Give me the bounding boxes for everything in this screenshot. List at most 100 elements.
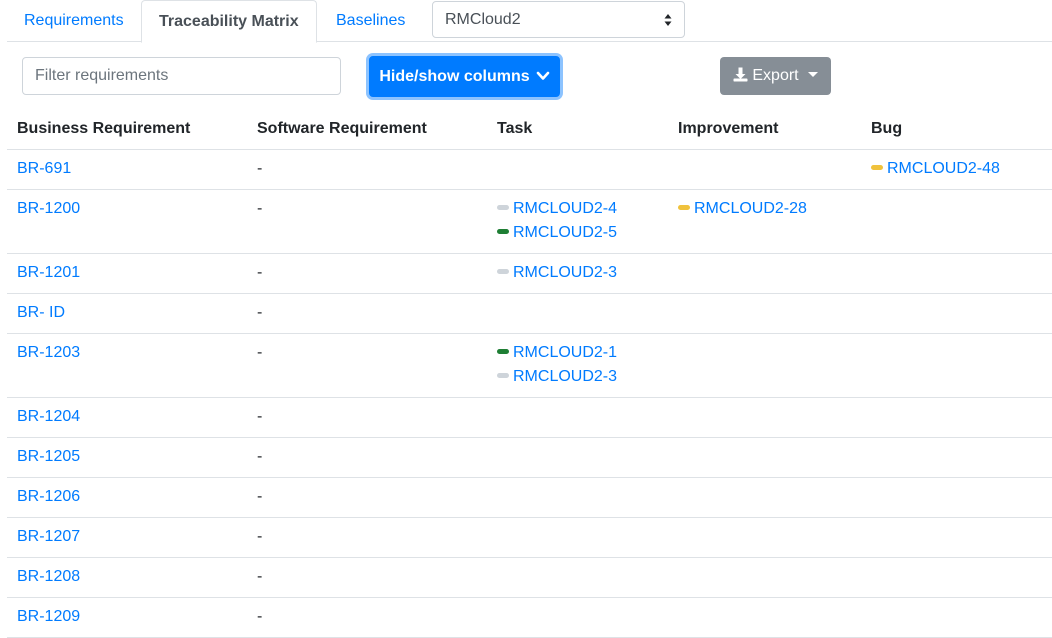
task-issue-link[interactable]: RMCLOUD2-1	[513, 344, 617, 361]
table-row: BR- ID -	[7, 293, 1052, 334]
table-row: BR-1201 - RMCLOUD2-3	[7, 253, 1052, 294]
task-issue-link[interactable]: RMCLOUD2-3	[513, 368, 617, 385]
improvement-cell	[668, 397, 861, 438]
task-issue: RMCLOUD2-3	[497, 261, 658, 285]
task-cell: RMCLOUD2-4 RMCLOUD2-5	[487, 189, 668, 254]
export-label: Export	[752, 67, 799, 84]
table-header-row: Business Requirement Software Requiremen…	[7, 110, 1052, 150]
software-requirement-cell: -	[247, 253, 487, 294]
business-requirement-link[interactable]: BR-1208	[17, 568, 80, 585]
business-requirement-link[interactable]: BR-1203	[17, 344, 80, 361]
software-requirement-cell: -	[247, 149, 487, 190]
software-requirement-value: -	[257, 447, 263, 465]
improvement-cell: RMCLOUD2-28	[668, 189, 861, 254]
task-issue: RMCLOUD2-5	[497, 221, 658, 245]
bug-cell	[861, 253, 1052, 294]
task-issue-link[interactable]: RMCLOUD2-3	[513, 264, 617, 281]
business-requirement-link[interactable]: BR-1206	[17, 488, 80, 505]
task-issue: RMCLOUD2-3	[497, 365, 658, 389]
traceability-page: Requirements Traceability Matrix Baselin…	[0, 0, 1052, 638]
business-requirement-cell: BR-1201	[7, 253, 247, 294]
business-requirement-cell: BR-1209	[7, 597, 247, 638]
project-select[interactable]: RMCloud2	[432, 1, 685, 38]
bug-issue: RMCLOUD2-48	[871, 157, 1042, 181]
caret-down-icon	[807, 72, 818, 77]
software-requirement-value: -	[257, 487, 263, 505]
business-requirement-link[interactable]: BR-1205	[17, 448, 80, 465]
business-requirement-link[interactable]: BR-691	[17, 160, 71, 177]
task-cell: RMCLOUD2-3	[487, 253, 668, 294]
bug-cell	[861, 597, 1052, 638]
task-issue: RMCLOUD2-1	[497, 341, 658, 365]
business-requirement-link[interactable]: BR-1200	[17, 200, 80, 217]
business-requirement-cell: BR-1203	[7, 333, 247, 398]
bug-cell	[861, 517, 1052, 558]
export-button[interactable]: Export	[720, 57, 831, 95]
table-row: BR-691 - RMCLOUD2-48	[7, 149, 1052, 190]
business-requirement-cell: BR- ID	[7, 293, 247, 334]
business-requirement-cell: BR-1207	[7, 517, 247, 558]
table-body: BR-691- RMCLOUD2-48 BR-1200- RMCLOUD2-4 RMCL…	[7, 149, 1052, 638]
software-requirement-cell: -	[247, 597, 487, 638]
software-requirement-cell: -	[247, 557, 487, 598]
software-requirement-value: -	[257, 567, 263, 585]
software-requirement-value: -	[257, 607, 263, 625]
table-row: BR-1207 -	[7, 517, 1052, 558]
improvement-cell	[668, 293, 861, 334]
improvement-cell	[668, 253, 861, 294]
status-pill-icon	[497, 348, 509, 354]
table-row: BR-1204 -	[7, 397, 1052, 438]
software-requirement-value: -	[257, 407, 263, 425]
improvement-cell	[668, 597, 861, 638]
tab-baselines[interactable]: Baselines	[319, 0, 422, 42]
hide-show-columns-button[interactable]: Hide/show columns	[369, 56, 560, 97]
status-pill-icon	[497, 268, 509, 274]
business-requirement-cell: BR-1200	[7, 189, 247, 254]
business-requirement-cell: BR-1208	[7, 557, 247, 598]
select-caret-icon	[664, 14, 672, 26]
table-row: BR-1200 - RMCLOUD2-4 RMCLOUD2-5 RMCLOUD2-28	[7, 189, 1052, 254]
bug-cell	[861, 477, 1052, 518]
project-select-value: RMCloud2	[445, 11, 521, 28]
software-requirement-value: -	[257, 527, 263, 545]
improvement-issue-link[interactable]: RMCLOUD2-28	[694, 200, 807, 217]
task-issue-link[interactable]: RMCLOUD2-4	[513, 200, 617, 217]
tab-requirements[interactable]: Requirements	[7, 0, 141, 42]
task-cell	[487, 477, 668, 518]
bug-issue-link[interactable]: RMCLOUD2-48	[887, 160, 1000, 177]
task-cell	[487, 517, 668, 558]
improvement-cell	[668, 477, 861, 518]
business-requirement-link[interactable]: BR-1201	[17, 264, 80, 281]
status-pill-icon	[497, 228, 509, 234]
business-requirement-link[interactable]: BR- ID	[17, 304, 65, 321]
task-cell	[487, 149, 668, 190]
task-cell	[487, 293, 668, 334]
header-software-requirement: Software Requirement	[247, 110, 487, 150]
header-business-requirement: Business Requirement	[7, 110, 247, 150]
software-requirement-value: -	[257, 343, 263, 361]
business-requirement-link[interactable]: BR-1207	[17, 528, 80, 545]
task-cell	[487, 557, 668, 598]
improvement-cell	[668, 333, 861, 398]
task-issue-link[interactable]: RMCLOUD2-5	[513, 224, 617, 241]
business-requirement-link[interactable]: BR-1209	[17, 608, 80, 625]
business-requirement-cell: BR-1206	[7, 477, 247, 518]
business-requirement-cell: BR-1205	[7, 437, 247, 478]
bug-cell	[861, 333, 1052, 398]
filter-requirements-input[interactable]	[22, 57, 341, 95]
task-cell: RMCLOUD2-1 RMCLOUD2-3	[487, 333, 668, 398]
bug-cell: RMCLOUD2-48	[861, 149, 1052, 190]
tab-traceability-matrix[interactable]: Traceability Matrix	[141, 0, 317, 43]
header-improvement: Improvement	[668, 110, 861, 150]
business-requirement-cell: BR-1204	[7, 397, 247, 438]
software-requirement-cell: -	[247, 517, 487, 558]
bug-cell	[861, 557, 1052, 598]
table-row: BR-1209 -	[7, 597, 1052, 638]
software-requirement-value: -	[257, 263, 263, 281]
improvement-issue: RMCLOUD2-28	[678, 197, 851, 221]
improvement-cell	[668, 517, 861, 558]
task-cell	[487, 397, 668, 438]
table-row: BR-1205 -	[7, 437, 1052, 478]
status-pill-icon	[678, 204, 690, 210]
business-requirement-link[interactable]: BR-1204	[17, 408, 80, 425]
